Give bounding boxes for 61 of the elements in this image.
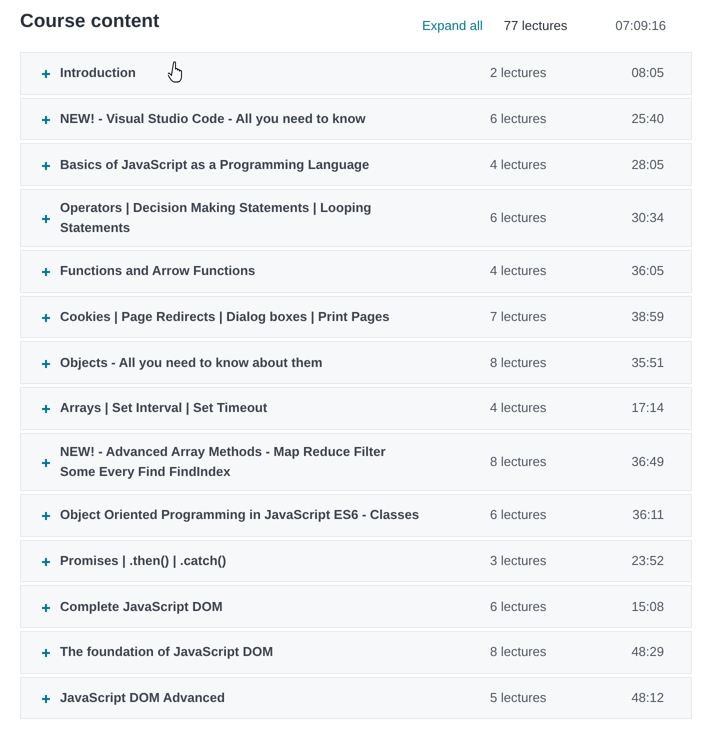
section-duration: 36:05 <box>630 262 664 280</box>
section-duration: 35:51 <box>630 354 664 372</box>
section-duration: 36:49 <box>630 452 664 471</box>
section-header[interactable]: Complete JavaScript DOM 6 lectures 15:08 <box>20 585 692 628</box>
section-header[interactable]: NEW! - Visual Studio Code - All you need to know 6 lectures 25:40 <box>20 98 692 140</box>
section-duration: 23:52 <box>630 552 664 570</box>
lecture-count: 6 lectures <box>490 110 548 128</box>
lecture-count: 6 lectures <box>490 598 548 616</box>
lecture-count: 6 lectures <box>490 209 548 228</box>
total-duration: 07:09:16 <box>615 18 666 33</box>
section-title: The foundation of JavaScript DOM <box>60 643 274 662</box>
hand-cursor-icon <box>168 61 184 83</box>
expand-all-link[interactable]: Expand all <box>422 18 483 33</box>
section-title: JavaScript DOM Advanced <box>60 688 225 707</box>
section-header[interactable]: Object Oriented Programming in JavaScript ES6 - Classes 6 lectures 36:11 <box>20 494 692 536</box>
section-duration: 17:14 <box>630 399 664 418</box>
section-title: Complete JavaScript DOM <box>60 598 223 616</box>
lecture-count: 8 lectures <box>490 354 548 372</box>
section-header[interactable]: NEW! - Advanced Array Methods - Map Reduce Filter Some Every Find FindIndex 8 lectures 36:49 <box>20 432 692 491</box>
section-duration: 15:08 <box>630 598 664 616</box>
section-title: Cookies | Page Redirects | Dialog boxes | Print Pages <box>60 308 390 326</box>
lecture-count: 5 lectures <box>490 688 548 707</box>
section-title: Promises | .then() | .catch() <box>60 552 226 570</box>
section-duration: 48:12 <box>630 688 664 707</box>
total-lecture-count: 77 lectures <box>504 18 568 33</box>
lecture-count: 6 lectures <box>490 506 548 524</box>
section-duration: 25:40 <box>630 110 664 128</box>
section-header[interactable]: Arrays | Set Interval | Set Timeout 4 lectures 17:14 <box>20 387 692 430</box>
section-title: Operators | Decision Making Statements | Looping Statements <box>60 199 372 238</box>
section-header[interactable]: JavaScript DOM Advanced 5 lectures 48:12 <box>20 676 692 720</box>
lecture-count: 4 lectures <box>490 262 548 280</box>
lecture-count: 3 lectures <box>490 552 548 570</box>
section-header[interactable]: Functions and Arrow Functions 4 lectures 36:05 <box>20 250 692 293</box>
page-title: Course content <box>20 10 160 34</box>
section-title: Object Oriented Programming in JavaScript ES6 - Classes <box>60 506 420 524</box>
lecture-count: 4 lectures <box>490 156 548 174</box>
section-header[interactable]: Objects - All you need to know about them 8 lectures 35:51 <box>20 341 692 384</box>
lecture-count: 8 lectures <box>490 452 548 471</box>
section-duration: 36:11 <box>631 506 664 524</box>
section-duration: 28:05 <box>630 156 664 174</box>
section-title: Arrays | Set Interval | Set Timeout <box>60 399 268 418</box>
lecture-count: 4 lectures <box>490 399 548 418</box>
section-title: Basics of JavaScript as a Programming Language <box>60 156 370 174</box>
section-title: Introduction <box>60 64 136 82</box>
section-header[interactable]: Cookies | Page Redirects | Dialog boxes | Print Pages 7 lectures 38:59 <box>20 296 692 338</box>
section-header[interactable]: Introduction 2 lectures 08:05 <box>20 52 692 95</box>
section-title: NEW! - Visual Studio Code - All you need to know <box>60 110 366 128</box>
section-header[interactable]: Operators | Decision Making Statements | Looping Statements 6 lectures 30:34 <box>20 189 692 248</box>
section-header[interactable]: The foundation of JavaScript DOM 8 lectures 48:29 <box>20 630 692 674</box>
lecture-count: 2 lectures <box>490 64 548 82</box>
section-header[interactable]: Basics of JavaScript as a Programming Language 4 lectures 28:05 <box>20 143 692 186</box>
section-header[interactable]: Promises | .then() | .catch() 3 lectures 23:52 <box>20 540 692 582</box>
section-duration: 48:29 <box>630 643 664 662</box>
lecture-count: 8 lectures <box>490 643 548 662</box>
section-duration: 30:34 <box>630 209 664 228</box>
section-duration: 38:59 <box>630 308 664 326</box>
section-title: Functions and Arrow Functions <box>60 262 256 280</box>
section-duration: 08:05 <box>630 64 664 82</box>
section-title: Objects - All you need to know about them <box>60 354 322 372</box>
section-title: NEW! - Advanced Array Methods - Map Reduce Filter Some Every Find FindIndex <box>60 442 387 481</box>
lecture-count: 7 lectures <box>490 308 548 326</box>
